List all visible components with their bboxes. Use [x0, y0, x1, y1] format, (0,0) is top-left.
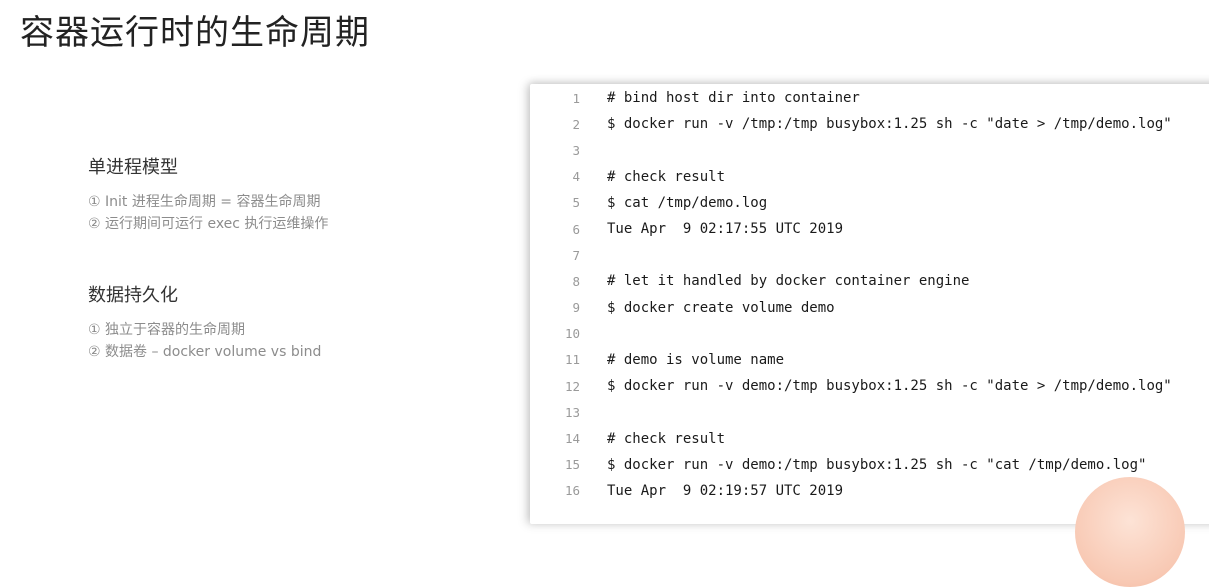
line-number: 1	[572, 90, 580, 106]
code-line: 5 $ cat /tmp/demo.log	[530, 190, 1209, 216]
line-number: 15	[564, 457, 580, 473]
line-number: 14	[564, 431, 580, 447]
page-title: 容器运行时的生命周期	[20, 13, 370, 53]
code-line: 1 # bind host dir into container	[530, 85, 1209, 111]
line-number: 7	[572, 247, 580, 263]
line-number: 12	[564, 378, 580, 394]
code-text: # check result	[607, 168, 726, 185]
code-text: $ docker run -v demo:/tmp busybox:1.25 s…	[607, 456, 1147, 473]
code-text: $ docker create volume demo	[607, 299, 835, 316]
section-data-persistence: 数据持久化 ① 独立于容器的生命周期 ② 数据卷 – docker volume…	[88, 283, 508, 363]
decorative-circle	[1075, 477, 1185, 587]
code-text: # check result	[607, 430, 726, 447]
code-line: 8 # let it handled by docker container e…	[530, 268, 1209, 294]
list-item: ① 独立于容器的生命周期	[88, 322, 246, 338]
code-text: Tue Apr 9 02:19:57 UTC 2019	[607, 482, 844, 499]
section-single-process-model: 单进程模型 ① Init 进程生命周期 = 容器生命周期 ② 运行期间可运行 e…	[88, 155, 508, 235]
code-line: 7	[530, 242, 1209, 268]
code-text: $ docker run -v /tmp:/tmp busybox:1.25 s…	[607, 116, 1172, 133]
code-text: # let it handled by docker container eng…	[607, 273, 970, 290]
code-line: 12 $ docker run -v demo:/tmp busybox:1.2…	[530, 373, 1209, 399]
line-number: 16	[564, 483, 580, 499]
code-line: 15 $ docker run -v demo:/tmp busybox:1.2…	[530, 452, 1209, 478]
line-number: 11	[564, 352, 580, 368]
code-text: # bind host dir into container	[607, 90, 860, 107]
code-line: 13	[530, 399, 1209, 425]
code-line: 10	[530, 321, 1209, 347]
code-text: # demo is volume name	[607, 351, 785, 368]
line-number: 4	[572, 169, 580, 185]
code-line: 14 # check result	[530, 425, 1209, 451]
code-line: 11 # demo is volume name	[530, 347, 1209, 373]
line-number: 6	[572, 221, 580, 237]
section-heading: 单进程模型	[88, 157, 178, 178]
code-text: $ cat /tmp/demo.log	[607, 194, 768, 211]
code-line: 9 $ docker create volume demo	[530, 295, 1209, 321]
list-item: ② 运行期间可运行 exec 执行运维操作	[88, 216, 329, 232]
section-heading: 数据持久化	[88, 285, 178, 306]
code-text: $ docker run -v demo:/tmp busybox:1.25 s…	[607, 378, 1172, 395]
line-number: 5	[572, 195, 580, 211]
list-item: ② 数据卷 – docker volume vs bind	[88, 344, 322, 360]
code-block: 1 # bind host dir into container 2 $ doc…	[530, 84, 1209, 524]
code-line: 3	[530, 137, 1209, 163]
list-item: ① Init 进程生命周期 = 容器生命周期	[88, 194, 321, 210]
line-number: 8	[572, 273, 580, 289]
line-number: 9	[572, 300, 580, 316]
code-line: 2 $ docker run -v /tmp:/tmp busybox:1.25…	[530, 111, 1209, 137]
line-number: 10	[564, 326, 580, 342]
line-number: 2	[572, 116, 580, 132]
line-number: 3	[572, 142, 580, 158]
code-lines: 1 # bind host dir into container 2 $ doc…	[530, 85, 1209, 504]
code-text: Tue Apr 9 02:17:55 UTC 2019	[607, 221, 844, 238]
code-line: 4 # check result	[530, 164, 1209, 190]
code-line: 6 Tue Apr 9 02:17:55 UTC 2019	[530, 216, 1209, 242]
line-number: 13	[564, 404, 580, 420]
